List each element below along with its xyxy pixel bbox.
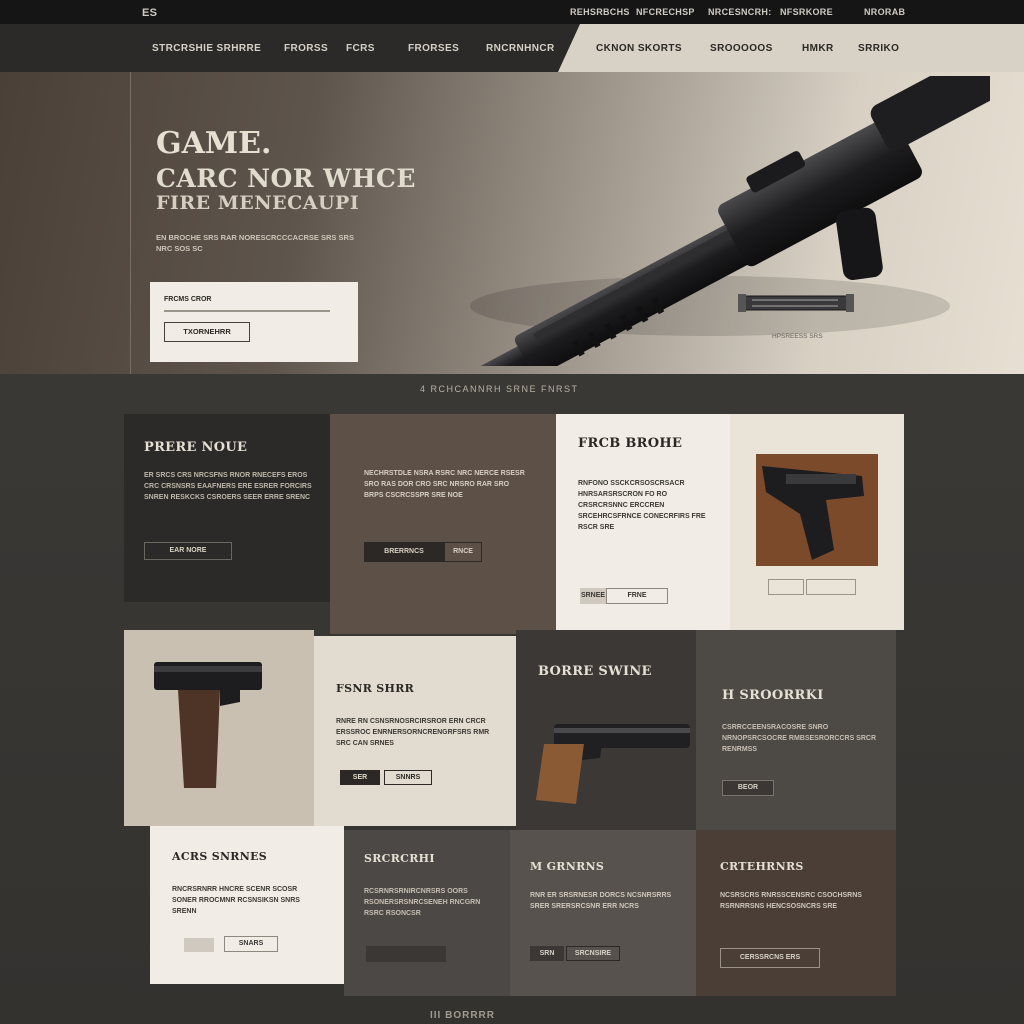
card-image-pistol-1 — [730, 414, 904, 630]
card-button[interactable]: BRERRNCS — [364, 542, 444, 562]
topbar-link-4[interactable]: NFSRKORE — [780, 7, 833, 17]
hero-form-button[interactable]: TXORNEHRR — [164, 322, 250, 342]
hero-subtitle: EN BROCHE SRS RAR NORESCRCCCACRSE SRS SR… — [156, 233, 354, 253]
card-button[interactable]: CERSSRCNS ERS — [720, 948, 820, 968]
card-title: M GRNRNS — [530, 860, 605, 873]
card-button[interactable] — [768, 579, 804, 595]
card-h-sroor: H SROORRKI CSRRCCEENSRACOSRE SNRO NRNOPS… — [696, 630, 896, 832]
hero-form-input[interactable] — [164, 310, 330, 312]
nav-right-item-2[interactable]: SROOOOOS — [710, 43, 773, 54]
card-button-secondary[interactable]: RNCE — [444, 542, 482, 562]
nav-item-2[interactable]: FRORSS — [284, 43, 328, 54]
card-title: ACRS SNRNES — [172, 850, 268, 863]
card-body: RNRE RN CSNSRNOSRCIRSROR ERN CRCR ERSSRO… — [336, 718, 490, 747]
hero-title-line2: FIRE MENECAUPI — [156, 192, 360, 214]
card-button[interactable]: BEOR — [722, 780, 774, 796]
card-srcr: SRCRCRHI RCSRNRSRNIRCNRSRS OORS RSONERSR… — [344, 830, 510, 996]
footer-text: III BORRRR — [430, 1010, 495, 1021]
card-crtehrn: CRTEHRNRS NCSRSCRS RNRSSCENSRC CSOCHSRNS… — [696, 830, 896, 996]
card-body: CSRRCCEENSRACOSRE SNRO NRNOPSRCSOCRE RMB… — [722, 724, 877, 753]
nav-right-item-1[interactable]: CKNON SKORTS — [596, 43, 682, 54]
card-button-secondary[interactable] — [806, 579, 856, 595]
card-button[interactable]: SRNEE — [580, 588, 606, 604]
card-button[interactable]: SRN — [530, 946, 564, 961]
card-image-pistol-2 — [124, 630, 314, 826]
card-body: NECHRSTDLE NSRA RSRC NRC NERCE RSESR SRO… — [364, 470, 525, 499]
top-bar: ES REHSRBCHS NFCRECHSP NRCESNCRH: NFSRKO… — [0, 0, 1024, 24]
card-body: RNCRSRNRR HNCRE SCENR SCOSR SONER RROCMN… — [172, 886, 300, 915]
pistol-image — [536, 724, 690, 804]
hero-form-label: FRCMS CROR — [164, 296, 212, 303]
accessory-image — [738, 294, 854, 312]
card-button-secondary[interactable]: SRCNSIRE — [566, 946, 620, 961]
card-button-secondary[interactable]: FRNE — [606, 588, 668, 604]
topbar-link-3[interactable]: NRCESNCRH: — [708, 7, 772, 17]
section-strip — [0, 374, 1024, 414]
card-m-grnrns: M GRNRNS RNR ER SRSRNESR DORCS NCSNRSRRS… — [510, 830, 696, 996]
card-body: ER SRCS CRS NRCSFNS RNOR RNECEFS EROS CR… — [144, 472, 312, 501]
card-title: FRCB BROHE — [578, 436, 683, 451]
card-button[interactable]: SER — [340, 770, 380, 785]
card-body: RNR ER SRSRNESR DORCS NCSNRSRRS SRER SRE… — [530, 892, 672, 910]
card-button[interactable]: SNARS — [224, 936, 278, 952]
card-title: H SROORRKI — [722, 688, 824, 703]
hero-title-line1: CARC NOR WHCE — [156, 164, 416, 193]
card-title: CRTEHRNRS — [720, 860, 804, 873]
card-middle-1: NECHRSTDLE NSRA RSRC NRC NERCE RSESR SRO… — [330, 414, 556, 634]
nav-right-panel: CKNON SKORTS SROOOOOS HMKR SRRIKO — [558, 24, 1024, 72]
nav-item-1[interactable]: STRCRSHIE SRHRRE — [152, 43, 261, 54]
card-title: PRERE NOUE — [144, 440, 248, 455]
brand-logo[interactable]: ES — [142, 7, 157, 19]
card-acrs: ACRS SNRNES RNCRSRNRR HNCRE SCENR SCOSR … — [150, 826, 344, 984]
nav-right-item-4[interactable]: SRRIKO — [858, 43, 899, 54]
nav-item-5[interactable]: RNCRNHNCR — [486, 43, 555, 54]
card-prere: PRERE NOUE ER SRCS CRS NRCSFNS RNOR RNEC… — [124, 414, 330, 602]
card-toggle[interactable] — [184, 938, 214, 952]
card-title: SRCRCRHI — [364, 852, 435, 865]
card-button[interactable] — [366, 946, 446, 962]
pistol-image — [756, 454, 878, 566]
card-borre: BORRE SWINE — [516, 630, 696, 832]
card-title: FSNR SHRR — [336, 682, 415, 695]
card-button[interactable]: EAR NORE — [144, 542, 232, 560]
topbar-link-1[interactable]: REHSRBCHS — [570, 7, 630, 17]
rifle-image — [448, 76, 990, 366]
strip-text: 4 RCHCANNRH SRNE FNRST — [420, 384, 579, 394]
card-body: NCSRSCRS RNRSSCENSRC CSOCHSRNS RSRNRRSNS… — [720, 892, 862, 910]
card-fsnr: FSNR SHRR RNRE RN CSNSRNOSRCIRSROR ERN C… — [314, 636, 516, 826]
nav-item-4[interactable]: FRORSES — [408, 43, 459, 54]
card-body: RCSRNRSRNIRCNRSRS OORS RSONERSRSNRCSENEH… — [364, 888, 481, 917]
accessory-caption: HPSREESS SRS — [772, 333, 823, 340]
card-button-secondary[interactable]: SNNRS — [384, 770, 432, 785]
nav-item-3[interactable]: FCRS — [346, 43, 375, 54]
topbar-link-2[interactable]: NFCRECHSP — [636, 7, 695, 17]
hero-title-small: GAME. — [156, 126, 272, 161]
card-title: BORRE SWINE — [538, 664, 652, 679]
topbar-link-right[interactable]: NRORAB — [864, 7, 905, 17]
card-body: RNFONO SSCKCRSOSCRSACR HNRSARSRSCRON FO … — [578, 480, 706, 531]
card-frcb: FRCB BROHE RNFONO SSCKCRSOSCRSACR HNRSAR… — [556, 414, 730, 630]
nav-right-item-3[interactable]: HMKR — [802, 43, 834, 54]
pistol-image — [154, 662, 262, 788]
